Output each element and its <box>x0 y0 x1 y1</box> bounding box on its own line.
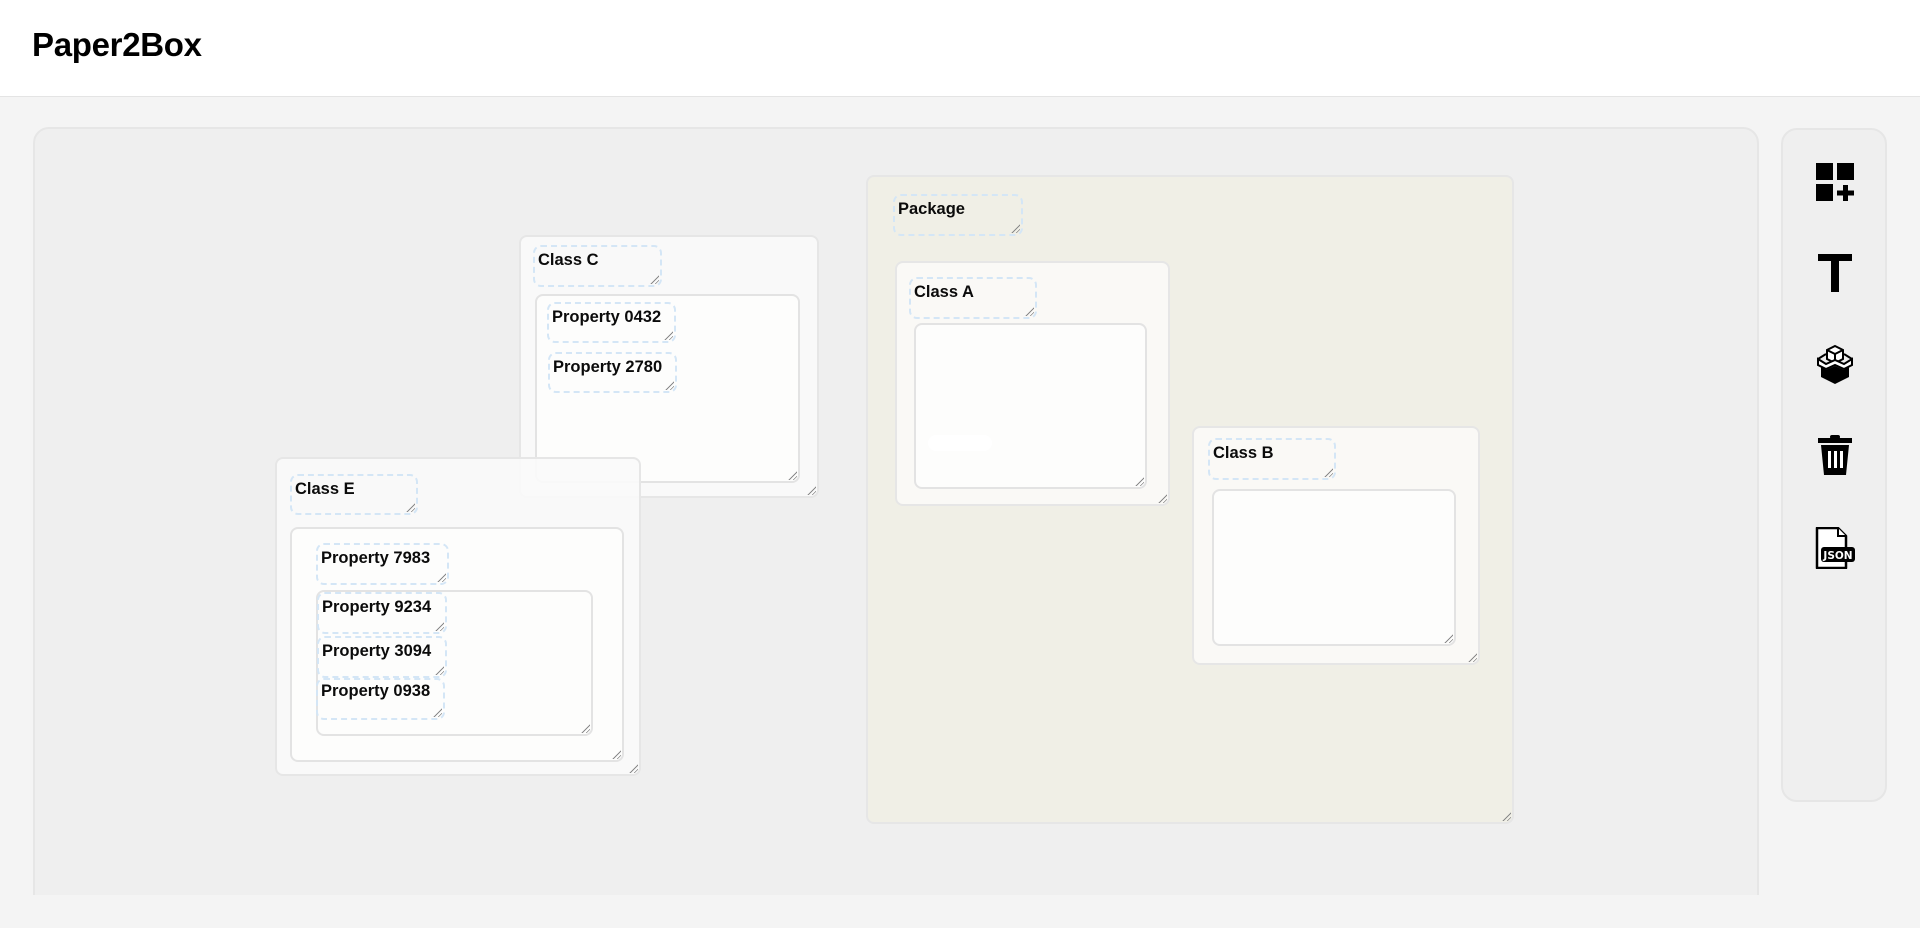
property-text: Property 3094 <box>322 642 432 660</box>
resize-handle[interactable] <box>787 470 797 480</box>
resize-handle[interactable] <box>1134 476 1144 486</box>
resize-handle[interactable] <box>1501 811 1511 821</box>
resize-handle[interactable] <box>611 749 621 759</box>
property-text: Property 7983 <box>321 549 431 567</box>
resize-handle[interactable] <box>664 380 674 390</box>
resize-handle[interactable] <box>628 763 638 773</box>
canvas-bottom-cutoff <box>0 895 1920 928</box>
class-title[interactable]: Class C <box>533 245 662 287</box>
resize-handle[interactable] <box>1010 223 1020 233</box>
svg-text:JSON: JSON <box>1822 550 1852 562</box>
property-item[interactable]: Property 7983 <box>316 543 449 585</box>
property-item[interactable]: Property 9234 <box>317 592 447 634</box>
nested-properties-container: Property 9234 Property 3094 Property 093… <box>316 590 593 736</box>
add-class-button[interactable] <box>1814 161 1856 203</box>
resize-handle[interactable] <box>1157 493 1167 503</box>
property-item[interactable]: Property 3094 <box>317 636 447 678</box>
diagram-canvas[interactable]: Class C Property 0432 Property 2780 Clas… <box>33 127 1759 917</box>
package-box[interactable]: Package Class A Class B <box>866 175 1514 824</box>
property-item[interactable]: Property 0938 <box>316 678 445 720</box>
resize-handle[interactable] <box>806 485 816 495</box>
properties-container <box>914 323 1147 489</box>
class-title[interactable]: Class B <box>1208 438 1336 480</box>
property-text: Property 0938 <box>321 682 431 700</box>
resize-handle[interactable] <box>436 572 446 582</box>
delete-button[interactable] <box>1814 434 1856 476</box>
class-title-text: Class B <box>1213 444 1274 462</box>
resize-handle[interactable] <box>405 502 415 512</box>
property-text: Property 2780 <box>553 358 663 376</box>
resize-handle[interactable] <box>1443 633 1453 643</box>
property-text: Property 9234 <box>322 598 432 616</box>
properties-container: Property 0432 Property 2780 <box>535 294 800 483</box>
class-title[interactable]: Class A <box>909 277 1037 319</box>
resize-handle[interactable] <box>1323 467 1333 477</box>
add-text-button[interactable] <box>1814 252 1856 294</box>
add-package-button[interactable] <box>1814 343 1856 385</box>
property-text: Property 0432 <box>552 308 662 326</box>
app-title: Paper2Box <box>32 26 202 63</box>
app-header: Paper2Box <box>0 0 1920 97</box>
resize-handle[interactable] <box>663 330 673 340</box>
resize-handle[interactable] <box>434 665 444 675</box>
resize-handle[interactable] <box>434 621 444 631</box>
text-icon <box>1818 254 1852 292</box>
empty-text-field[interactable] <box>928 435 992 451</box>
properties-container: Property 7983 Property 9234 Property 309… <box>290 527 624 762</box>
trash-icon <box>1818 435 1852 475</box>
properties-container <box>1212 489 1456 646</box>
json-file-icon: JSON <box>1815 527 1855 569</box>
add-widget-icon <box>1816 163 1854 201</box>
resize-handle[interactable] <box>1024 306 1034 316</box>
tool-sidebar: JSON <box>1781 128 1887 802</box>
resize-handle[interactable] <box>649 274 659 284</box>
class-box-e[interactable]: Class E Property 7983 Property 9234 Prop… <box>275 457 641 776</box>
package-title-text: Package <box>898 200 965 218</box>
package-title[interactable]: Package <box>893 194 1023 236</box>
resize-handle[interactable] <box>432 707 442 717</box>
class-title-text: Class C <box>538 251 599 269</box>
export-json-button[interactable]: JSON <box>1814 527 1856 569</box>
property-item[interactable]: Property 0432 <box>547 302 676 343</box>
open-box-icon <box>1817 344 1853 384</box>
class-box-b[interactable]: Class B <box>1192 426 1480 665</box>
resize-handle[interactable] <box>1467 652 1477 662</box>
class-title-text: Class A <box>914 283 974 301</box>
class-title-text: Class E <box>295 480 355 498</box>
class-title[interactable]: Class E <box>290 474 418 515</box>
property-item[interactable]: Property 2780 <box>548 352 677 393</box>
resize-handle[interactable] <box>580 723 590 733</box>
class-box-a[interactable]: Class A <box>895 261 1170 506</box>
